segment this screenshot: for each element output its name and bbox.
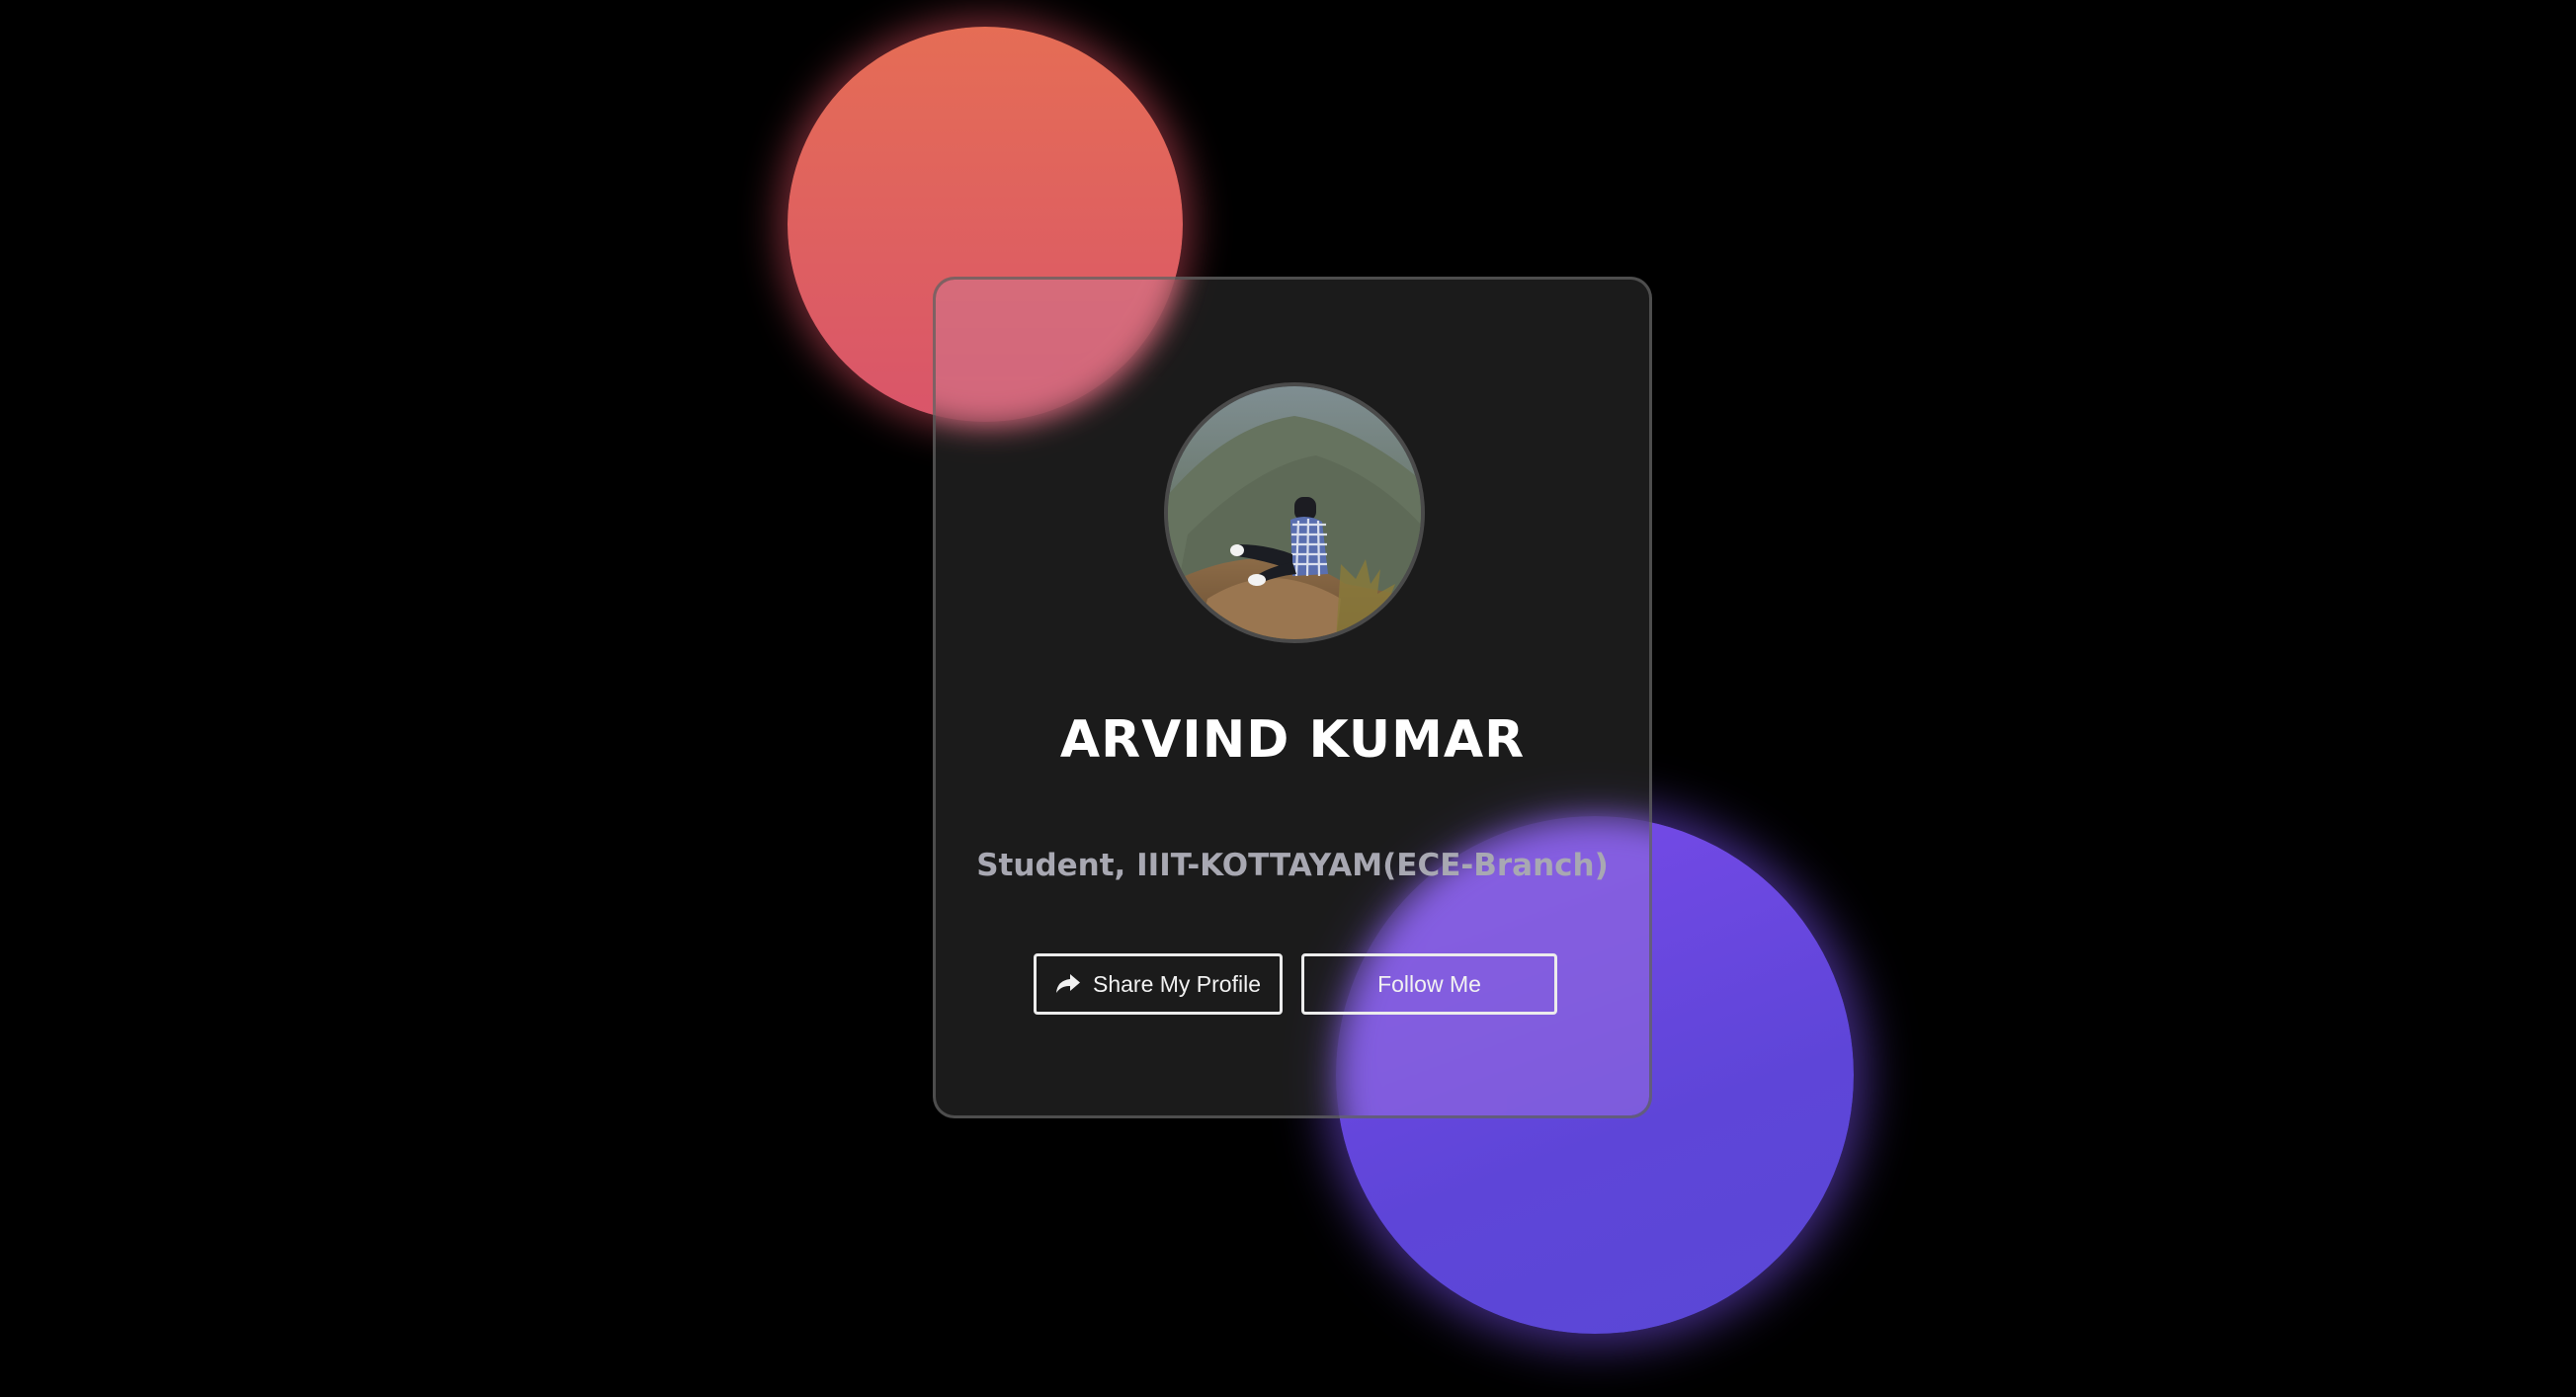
avatar	[1164, 382, 1425, 643]
share-arrow-icon	[1055, 974, 1080, 993]
profile-card: ARVIND KUMAR Student, IIIT-KOTTAYAM(ECE-…	[933, 277, 1652, 1118]
follow-me-button[interactable]: Follow Me	[1301, 953, 1557, 1015]
profile-card-content: ARVIND KUMAR Student, IIIT-KOTTAYAM(ECE-…	[936, 280, 1649, 1115]
follow-me-label: Follow Me	[1377, 970, 1481, 997]
share-profile-button[interactable]: Share My Profile	[1034, 953, 1283, 1015]
share-profile-label: Share My Profile	[1092, 970, 1261, 997]
profile-subtitle: Student, IIIT-KOTTAYAM(ECE-Branch)	[976, 848, 1609, 883]
avatar-photo	[1168, 386, 1421, 639]
profile-name: ARVIND KUMAR	[1059, 710, 1526, 770]
